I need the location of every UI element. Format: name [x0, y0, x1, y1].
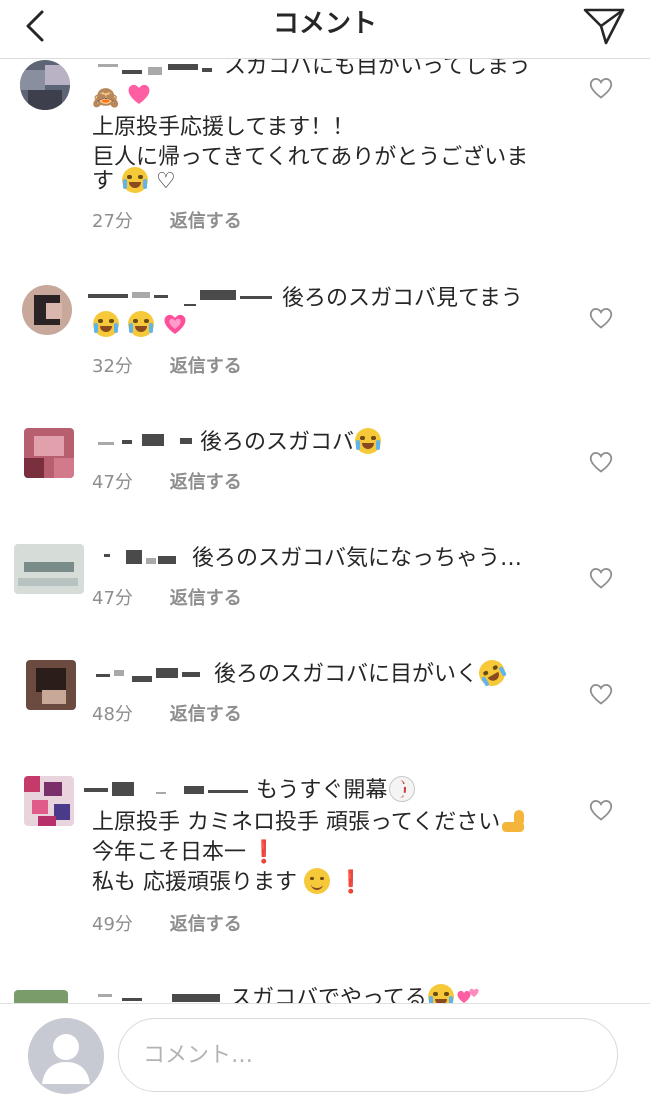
flexed-biceps-icon — [500, 808, 526, 834]
timestamp: 49分 — [92, 914, 133, 935]
comment-meta: 27分 返信する — [92, 210, 242, 234]
reply-button[interactable]: 返信する — [170, 472, 242, 493]
avatar[interactable] — [14, 544, 84, 594]
comment-text-line: もうすぐ開幕 — [256, 776, 416, 806]
face-with-tears-of-joy-icon — [355, 428, 382, 454]
red-exclamation-icon: ❗ — [250, 840, 278, 865]
comment-composer — [0, 1003, 650, 1108]
timestamp: 27分 — [92, 211, 133, 232]
comment-input[interactable] — [118, 1018, 618, 1092]
red-exclamation-icon: ❗ — [337, 870, 365, 895]
comment-meta: 32分 返信する — [92, 355, 242, 379]
comment-meta: 47分 返信する — [92, 587, 242, 611]
comment-text-line: 今年こそ日本一 ❗ — [92, 838, 277, 868]
comment-text-fragment: 上原投手 カミネロ投手 頑張ってください — [92, 810, 501, 835]
top-bar: コメント — [0, 0, 650, 59]
comment-text-fragment: もうすぐ開幕 — [256, 778, 388, 803]
reply-button[interactable]: 返信する — [170, 588, 242, 609]
pink-heart-icon — [128, 84, 150, 104]
comment-meta: 49分 返信する — [92, 913, 242, 937]
comment-text-line: す ♡ — [92, 167, 176, 197]
see-no-evil-monkey-icon: 🙈 — [92, 86, 120, 111]
avatar[interactable] — [26, 660, 76, 710]
reply-button[interactable]: 返信する — [170, 211, 242, 232]
comment-meta: 47分 返信する — [92, 471, 242, 495]
comment-text-line: 後ろのスガコバ気になっちゃう… — [192, 546, 523, 571]
comment-text-fragment: 後ろのスガコバ — [200, 430, 355, 455]
username[interactable] — [88, 290, 272, 310]
comment-text-line: 上原投手 カミネロ投手 頑張ってください — [92, 808, 526, 838]
comment-text-line: 私も 応援頑張ります ❗ — [92, 868, 364, 898]
timestamp: 48分 — [92, 704, 133, 725]
avatar[interactable] — [20, 60, 70, 110]
like-heart-icon[interactable] — [588, 450, 614, 474]
comment-text-line: 後ろのスガコバ — [200, 428, 382, 458]
comment-list[interactable]: スガコバにも目がいってしまう 🙈 上原投手応援してます！！ 巨人に帰ってきてくれ… — [0, 0, 650, 1003]
username[interactable] — [96, 550, 180, 570]
reply-button[interactable]: 返信する — [170, 704, 242, 725]
default-avatar-icon — [28, 1018, 104, 1094]
emoji-line — [92, 311, 188, 341]
smiling-face-icon — [304, 868, 330, 894]
avatar[interactable] — [14, 990, 68, 1003]
username[interactable] — [92, 666, 202, 686]
like-heart-icon[interactable] — [588, 566, 614, 590]
timestamp: 47分 — [92, 588, 133, 609]
comment-text-fragment: 後ろのスガコバに目がいく — [214, 662, 479, 687]
baseball-icon — [389, 776, 416, 802]
comment-text-fragment: す — [92, 169, 115, 194]
paper-plane-icon[interactable] — [582, 6, 626, 46]
face-with-tears-of-joy-icon — [93, 311, 119, 337]
page-title: コメント — [272, 9, 377, 39]
face-with-tears-of-joy-icon — [128, 311, 154, 337]
reply-button[interactable]: 返信する — [170, 356, 242, 377]
username[interactable] — [92, 434, 194, 454]
emoji-line: 🙈 — [92, 81, 152, 114]
comment-text-fragment: 私も 応援頑張ります — [92, 870, 297, 895]
like-heart-icon[interactable] — [588, 306, 614, 330]
avatar[interactable] — [24, 776, 74, 826]
comment-text-line: スガコバでやってる — [230, 984, 481, 1003]
comment-meta: 48分 返信する — [92, 703, 242, 727]
like-heart-icon[interactable] — [588, 798, 614, 822]
reply-button[interactable]: 返信する — [170, 914, 242, 935]
face-with-tears-of-joy-icon — [427, 984, 454, 1003]
two-hearts-icon — [457, 988, 479, 1003]
comment-text-fragment: 今年こそ日本一 — [92, 840, 247, 865]
rolling-on-floor-laughing-icon — [474, 655, 510, 691]
avatar[interactable] — [22, 285, 72, 335]
username[interactable] — [92, 990, 224, 1003]
comment-text-line: 後ろのスガコバ見てまう — [282, 286, 523, 311]
like-heart-icon[interactable] — [588, 682, 614, 706]
comment-text-line: 後ろのスガコバに目がいく — [214, 655, 510, 691]
username[interactable] — [84, 782, 248, 802]
timestamp: 32分 — [92, 356, 133, 377]
comment-text-fragment: スガコバでやってる — [230, 986, 427, 1003]
loudly-crying-face-icon — [122, 167, 149, 193]
timestamp: 47分 — [92, 472, 133, 493]
growing-heart-icon — [164, 314, 186, 334]
comment-text-line: 上原投手応援してます！！ — [92, 115, 355, 140]
avatar[interactable] — [24, 428, 74, 478]
white-heart-icon: ♡ — [156, 169, 176, 194]
like-heart-icon[interactable] — [588, 76, 614, 100]
